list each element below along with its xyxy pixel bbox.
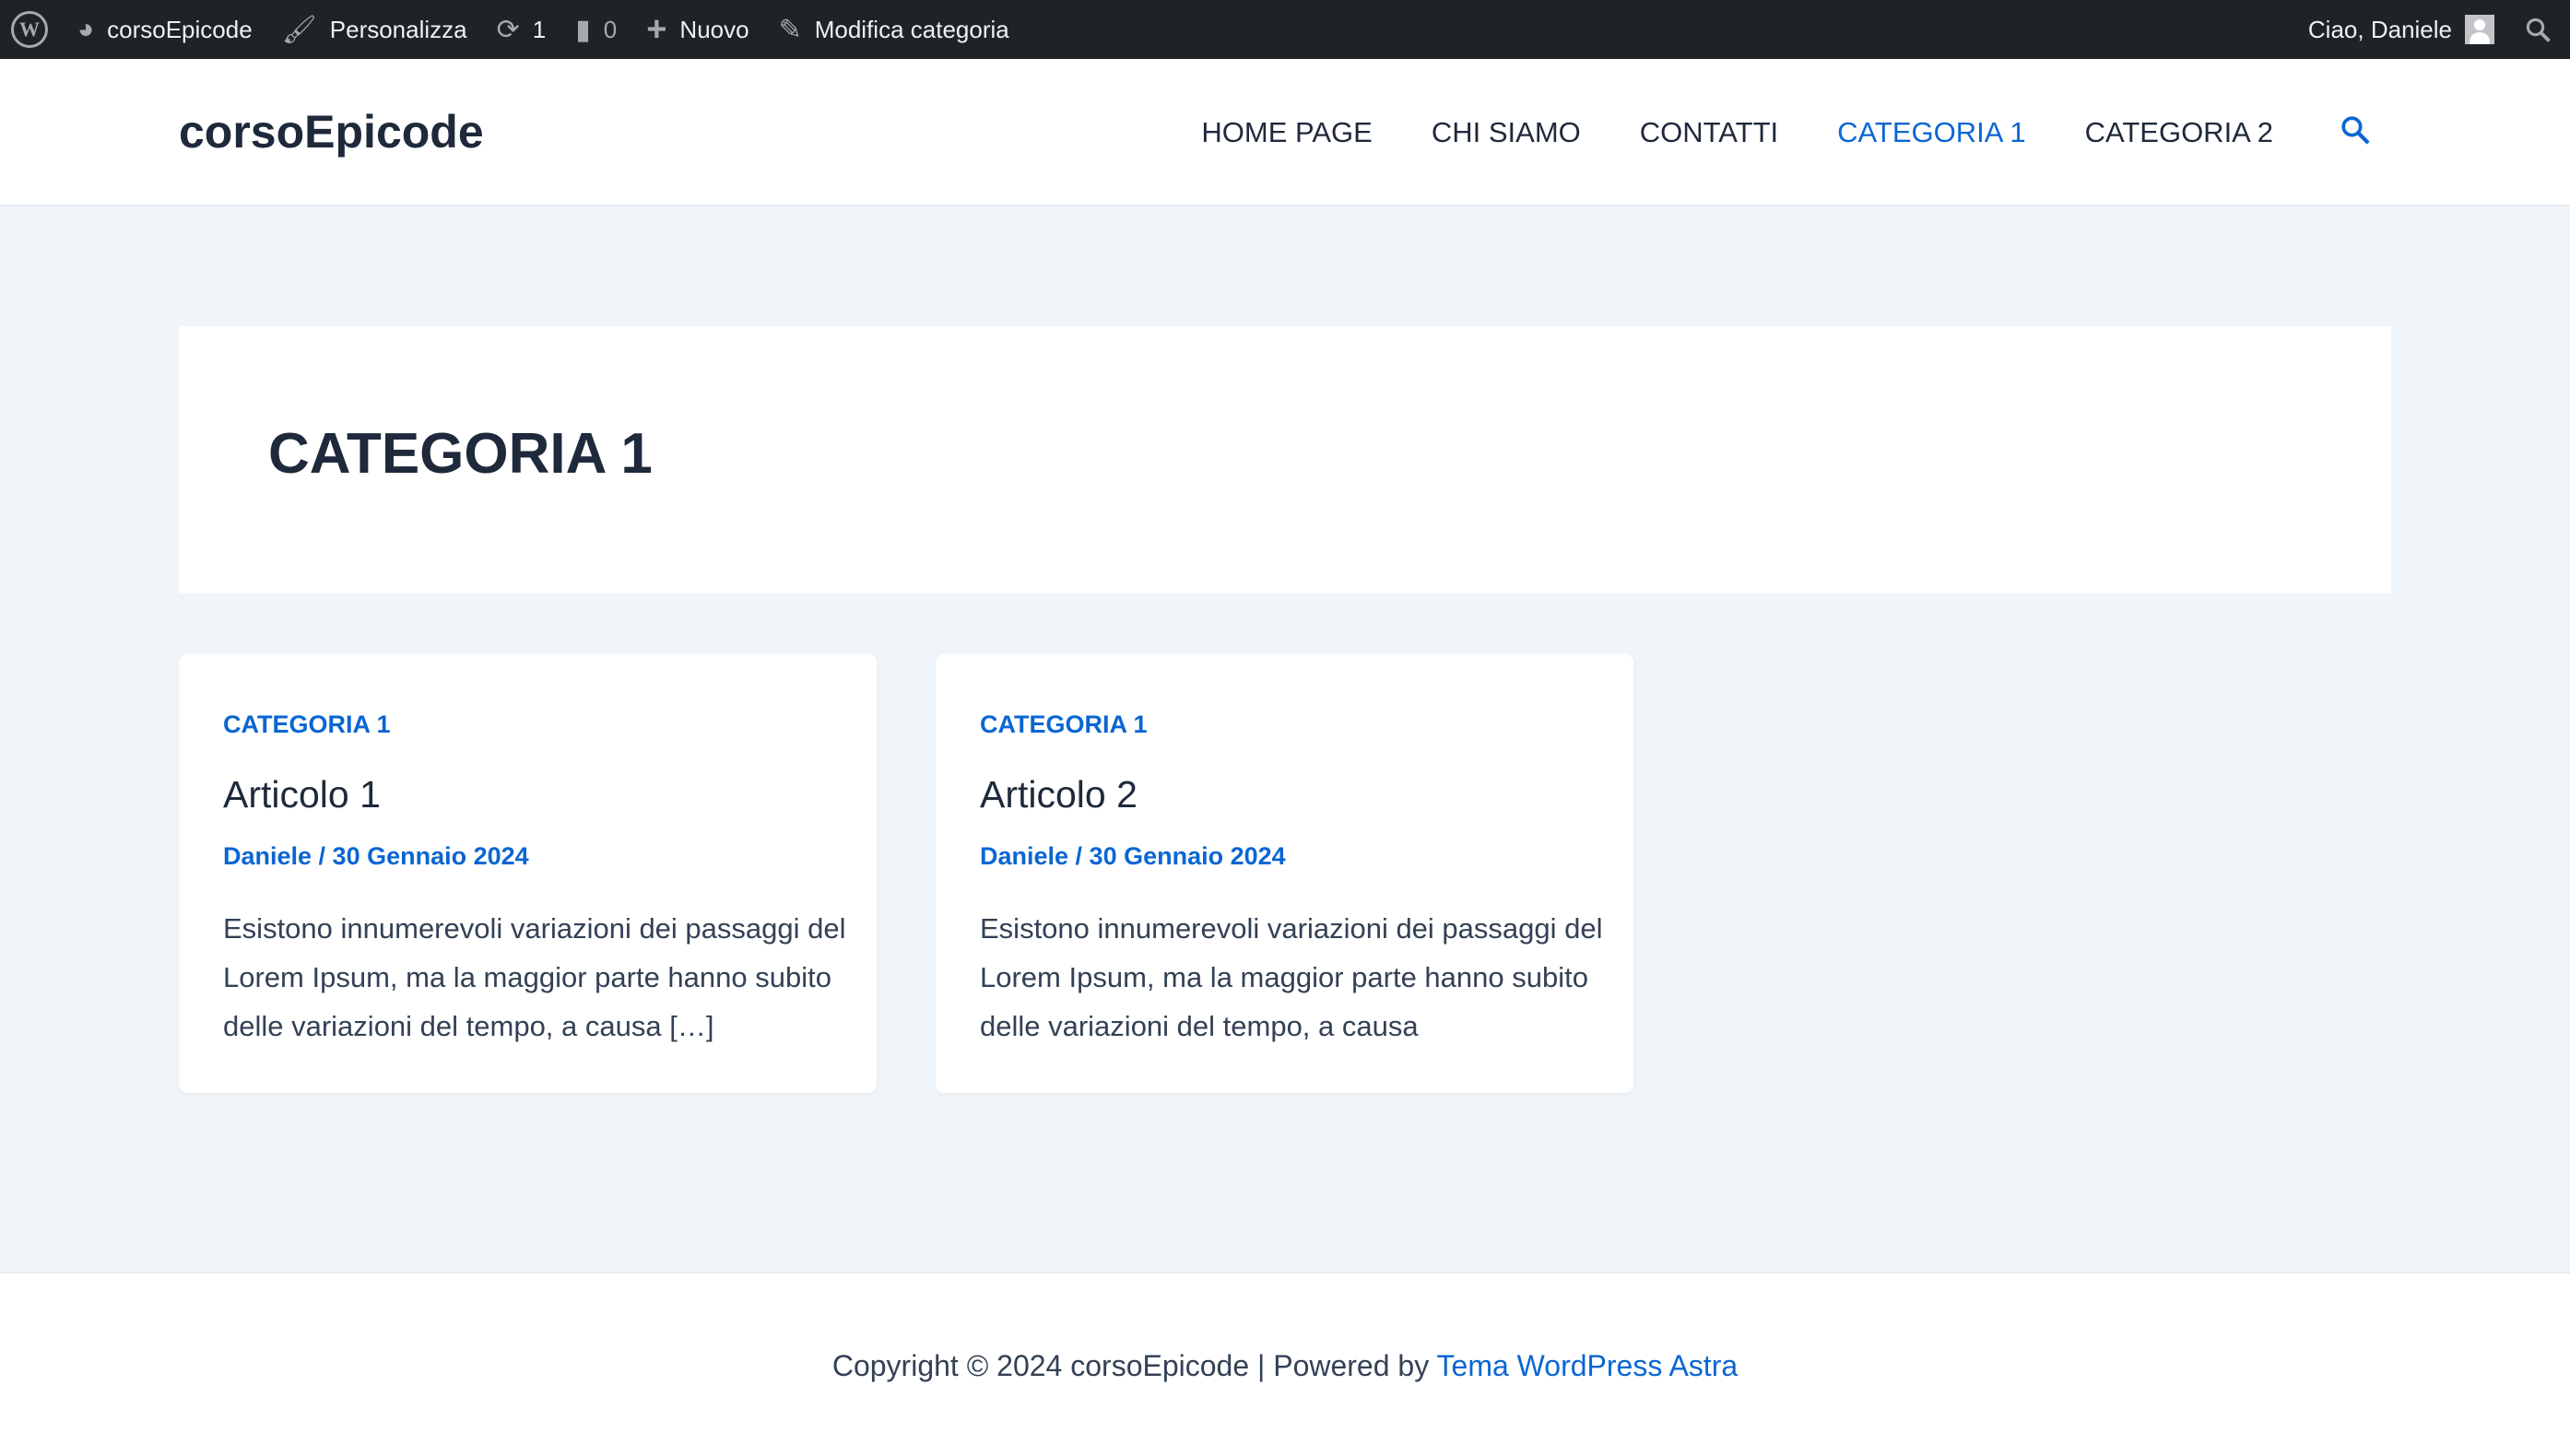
wordpress-logo-menu[interactable]: W — [0, 0, 63, 59]
customize-link[interactable]: 🖌︎ Personalizza — [267, 0, 482, 59]
edit-category-link[interactable]: ✎ Modifica categoria — [764, 0, 1024, 59]
dashboard-icon: ◕ — [77, 14, 95, 44]
user-greeting: Ciao, Daniele — [2307, 15, 2452, 43]
post-excerpt: Esistono innumerevoli variazioni dei pas… — [980, 912, 1603, 1042]
nav-chi-siamo[interactable]: CHI SIAMO — [1432, 116, 1581, 149]
site-footer: Copyright © 2024 corsoEpicode | Powered … — [0, 1272, 2570, 1456]
post-title-link[interactable]: Articolo 1 — [223, 773, 381, 816]
comments-count: 0 — [603, 15, 618, 43]
post-card: CATEGORIA 1 Articolo 1 Daniele / 30 Genn… — [179, 653, 877, 1093]
updates-count: 1 — [532, 15, 547, 43]
avatar — [2465, 15, 2494, 44]
pencil-icon: ✎ — [778, 14, 802, 45]
astra-theme-link[interactable]: Tema WordPress Astra — [1437, 1349, 1739, 1382]
nav-home-page[interactable]: HOME PAGE — [1201, 116, 1372, 149]
search-icon[interactable] — [2340, 114, 2376, 151]
customize-label: Personalizza — [329, 15, 467, 43]
user-account-menu[interactable]: Ciao, Daniele — [2293, 0, 2509, 59]
admin-bar: W ◕ corsoEpicode 🖌︎ Personalizza ⟳ 1 ▮ 0… — [0, 0, 2570, 59]
admin-search-button[interactable] — [2509, 0, 2570, 59]
comment-icon: ▮ — [575, 14, 591, 45]
nav-categoria-2[interactable]: CATEGORIA 2 — [2085, 116, 2273, 149]
plus-icon: + — [646, 9, 667, 49]
edit-label: Modifica categoria — [814, 15, 1009, 43]
post-category-link[interactable]: CATEGORIA 1 — [980, 710, 1148, 739]
wordpress-icon: W — [11, 11, 48, 48]
site-header: corsoEpicode HOME PAGE CHI SIAMO CONTATT… — [0, 59, 2570, 206]
archive-title-box: CATEGORIA 1 — [179, 326, 2391, 593]
main-navigation: HOME PAGE CHI SIAMO CONTATTI CATEGORIA 1… — [1201, 59, 2376, 206]
page-title: CATEGORIA 1 — [268, 422, 653, 486]
post-card: CATEGORIA 1 Articolo 2 Daniele / 30 Genn… — [936, 653, 1633, 1093]
updates-link[interactable]: ⟳ 1 — [482, 0, 561, 59]
search-icon — [2524, 16, 2552, 43]
post-category-link[interactable]: CATEGORIA 1 — [223, 710, 391, 739]
site-logo[interactable]: corsoEpicode — [179, 105, 484, 159]
updates-icon: ⟳ — [496, 14, 520, 45]
new-content-menu[interactable]: + Nuovo — [631, 0, 763, 59]
comments-link[interactable]: ▮ 0 — [560, 0, 631, 59]
brush-icon: 🖌︎ — [281, 14, 317, 45]
post-meta[interactable]: Daniele / 30 Gennaio 2024 — [980, 842, 1286, 871]
site-name: corsoEpicode — [107, 15, 253, 43]
post-excerpt: Esistono innumerevoli variazioni dei pas… — [223, 912, 846, 1042]
copyright-text: Copyright © 2024 corsoEpicode | Powered … — [831, 1349, 1437, 1382]
post-meta[interactable]: Daniele / 30 Gennaio 2024 — [223, 842, 529, 871]
post-title-link[interactable]: Articolo 2 — [980, 773, 1138, 816]
site-name-menu[interactable]: ◕ corsoEpicode — [63, 0, 267, 59]
nav-contatti[interactable]: CONTATTI — [1640, 116, 1778, 149]
nav-categoria-1[interactable]: CATEGORIA 1 — [1837, 116, 2025, 149]
new-label: Nuovo — [679, 15, 749, 43]
